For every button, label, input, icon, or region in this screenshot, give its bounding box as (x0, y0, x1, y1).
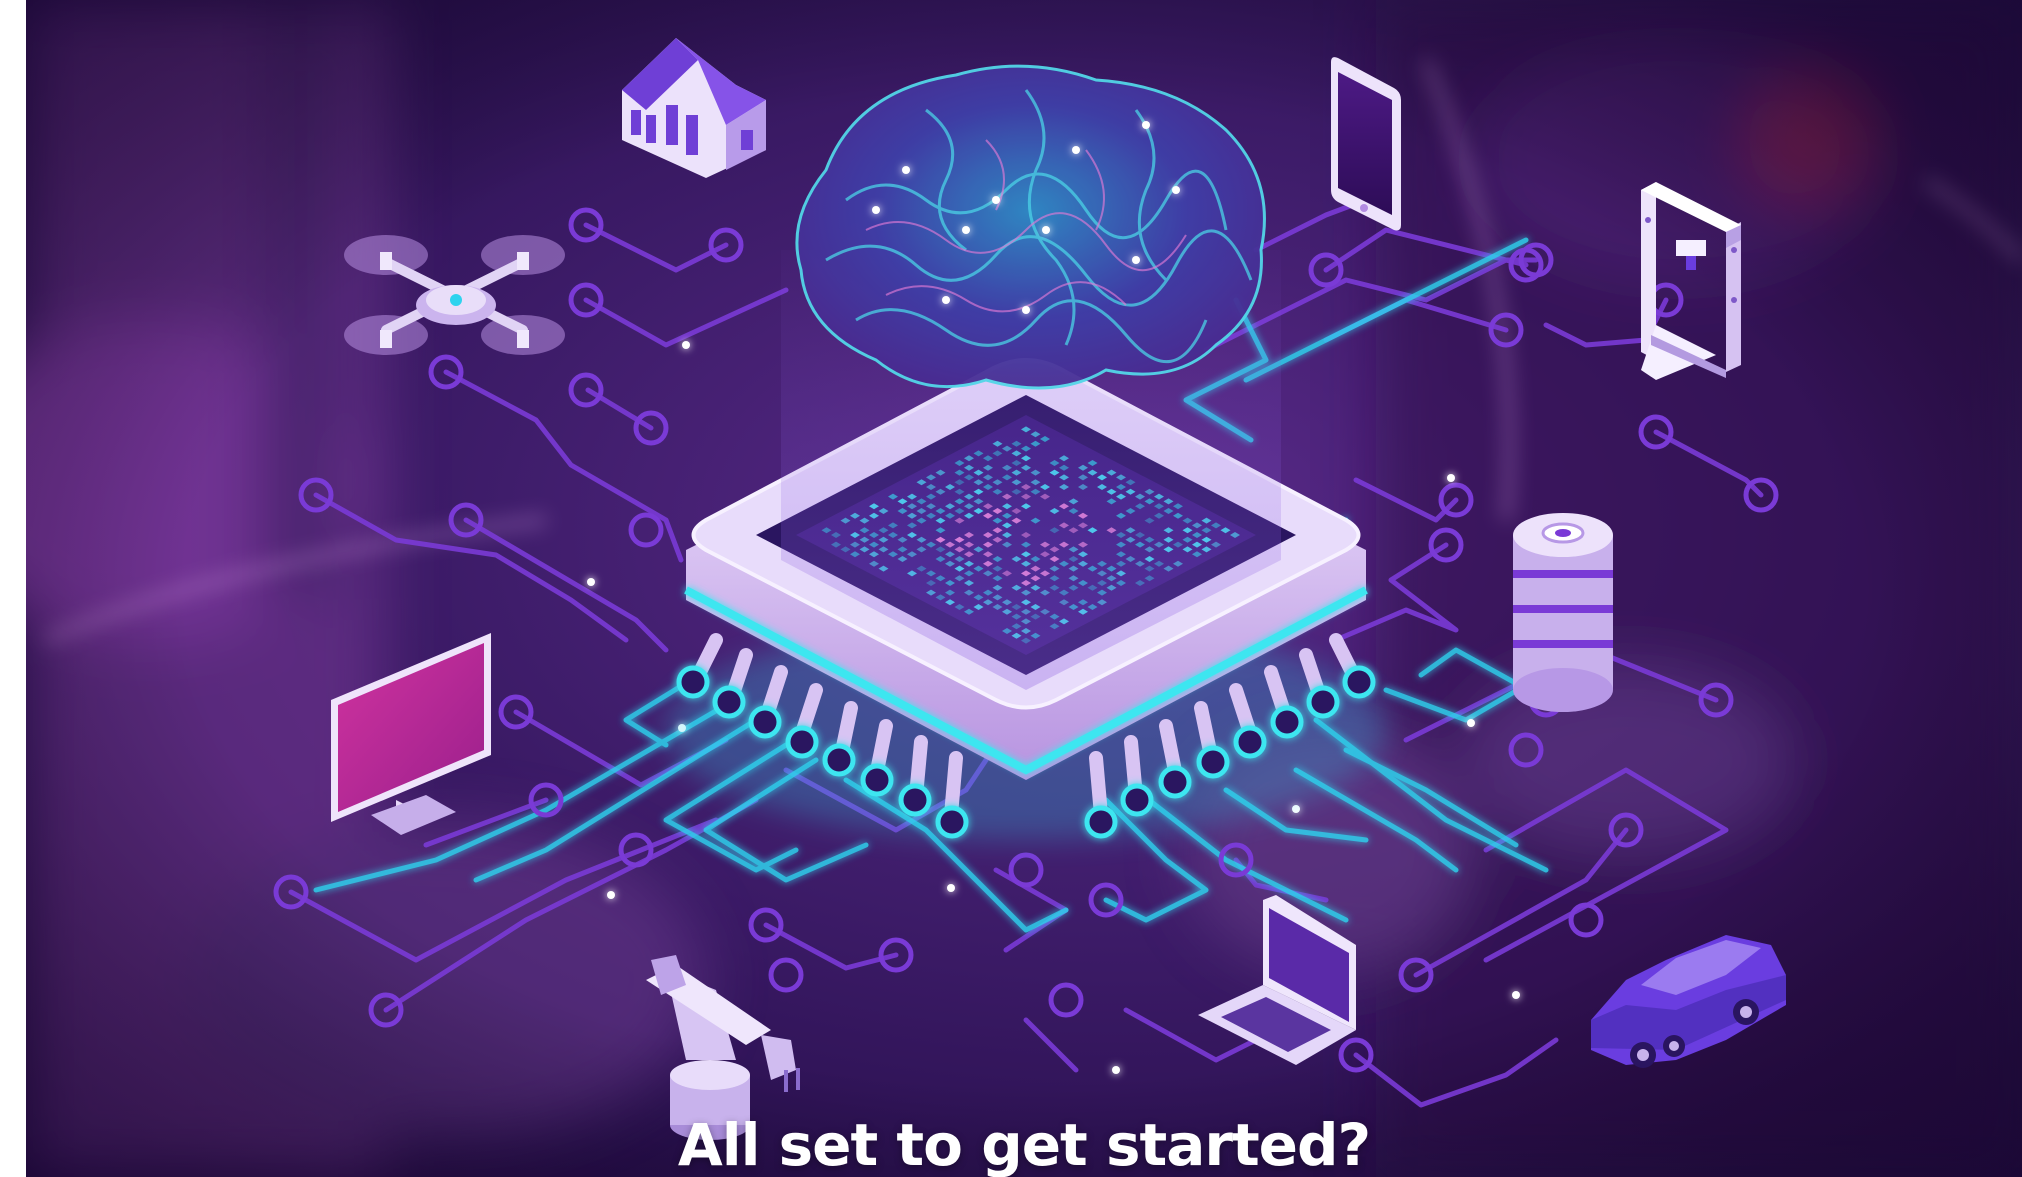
car-icon (1591, 935, 1786, 1068)
hero-illustration: All set to get started? (26, 0, 2022, 1177)
monitor-icon (331, 633, 491, 835)
page: All set to get started? (0, 0, 2022, 1177)
house-icon (622, 38, 766, 178)
circuit-board-illustration (273, 38, 1786, 1140)
drone-icon (344, 235, 565, 355)
smartphone-icon (1331, 57, 1401, 231)
3d-printer-icon (1641, 182, 1741, 380)
cta-title: All set to get started? (677, 1111, 1371, 1177)
database-icon (1513, 513, 1613, 712)
brain-icon (795, 64, 1266, 390)
laptop-icon (1198, 895, 1356, 1065)
left-margin (0, 0, 26, 1177)
